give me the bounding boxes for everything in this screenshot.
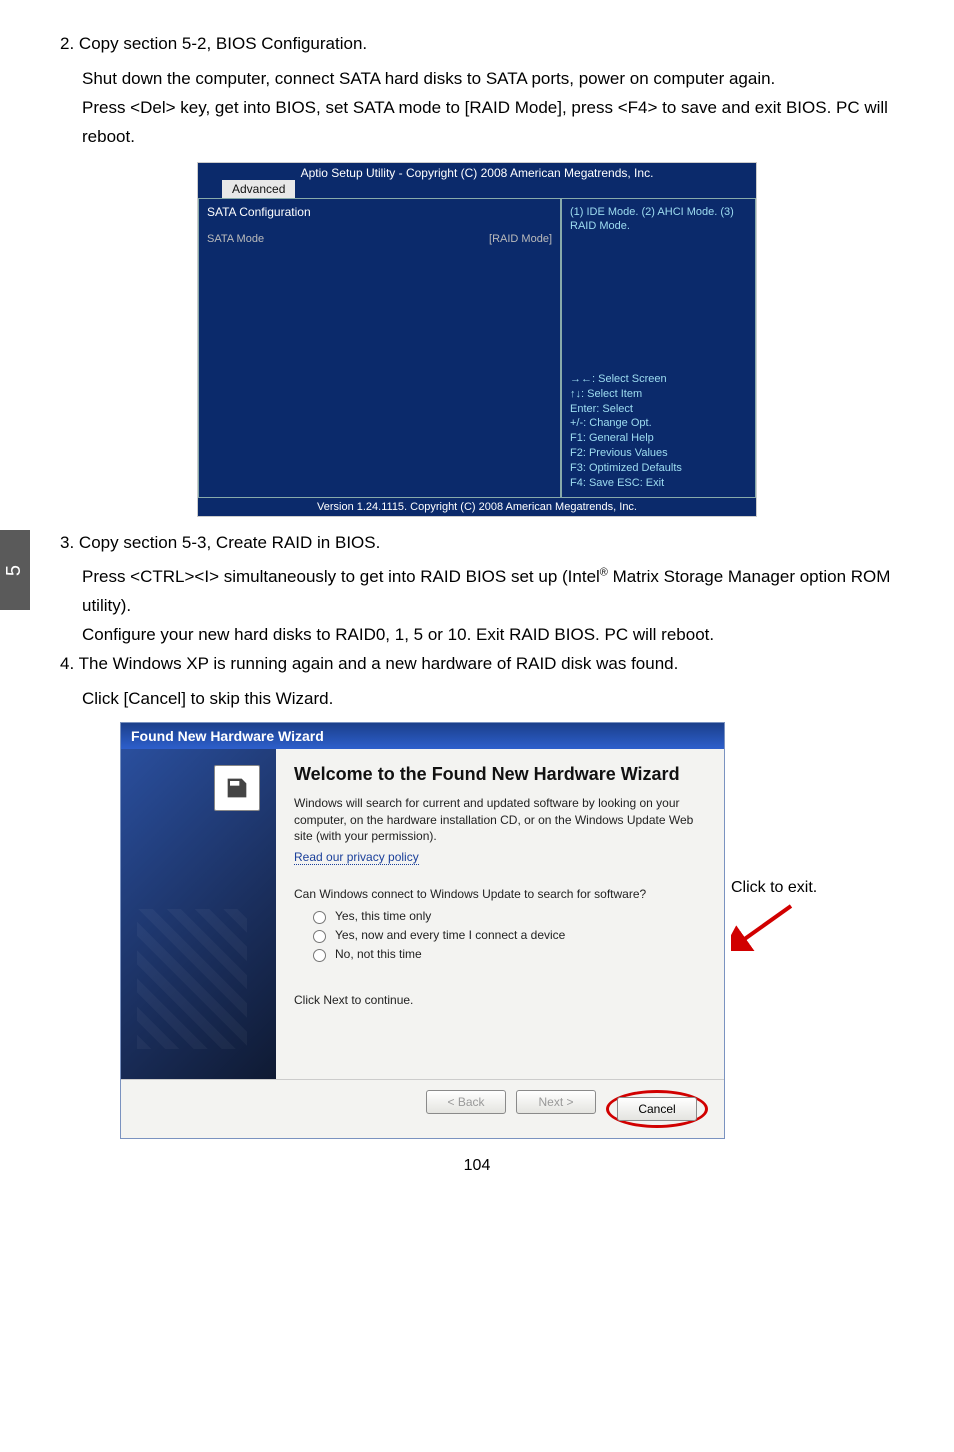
wizard-radio-group: Yes, this time only Yes, now and every t… xyxy=(308,908,706,962)
bios-footer: Version 1.24.1115. Copyright (C) 2008 Am… xyxy=(198,498,756,516)
wizard-button-row: < Back Next > Cancel xyxy=(121,1079,724,1138)
bios-help-text: (1) IDE Mode. (2) AHCI Mode. (3) RAID Mo… xyxy=(570,205,747,235)
step-2-body: Shut down the computer, connect SATA har… xyxy=(82,65,894,152)
cancel-highlight-ring: Cancel xyxy=(606,1090,708,1128)
chapter-tab: 5 xyxy=(0,530,30,610)
step-4-body: Click [Cancel] to skip this Wizard. xyxy=(82,685,894,714)
bios-tab-row: Advanced xyxy=(198,180,756,198)
radio-yes-once-input[interactable] xyxy=(313,911,326,924)
bios-sata-mode-row: SATA Mode [RAID Mode] xyxy=(207,233,552,245)
radio-no-input[interactable] xyxy=(313,949,326,962)
bios-section-title: SATA Configuration xyxy=(207,205,552,219)
bios-sata-mode-label: SATA Mode xyxy=(207,233,264,245)
bios-left-pane: SATA Configuration SATA Mode [RAID Mode] xyxy=(198,198,561,498)
wizard-intro: Windows will search for current and upda… xyxy=(294,795,706,844)
wizard-main: Welcome to the Found New Hardware Wizard… xyxy=(276,749,724,1079)
step-3-body: Press <CTRL><I> simultaneously to get in… xyxy=(82,563,894,650)
wizard-heading: Welcome to the Found New Hardware Wizard xyxy=(294,763,706,786)
bios-right-pane: (1) IDE Mode. (2) AHCI Mode. (3) RAID Mo… xyxy=(561,198,756,498)
wizard-side-graphic xyxy=(121,749,276,1079)
found-new-hardware-wizard: Found New Hardware Wizard Welcome to the… xyxy=(120,722,725,1139)
bios-tab-advanced: Advanced xyxy=(222,180,295,198)
radio-yes-always-input[interactable] xyxy=(313,930,326,943)
step-2-heading: 2. Copy section 5-2, BIOS Configuration. xyxy=(60,30,894,59)
back-button: < Back xyxy=(426,1090,506,1114)
arrow-icon xyxy=(731,901,801,951)
radio-yes-always-label: Yes, now and every time I connect a devi… xyxy=(335,928,565,942)
step-4-heading: 4. The Windows XP is running again and a… xyxy=(60,650,894,679)
wizard-question: Can Windows connect to Windows Update to… xyxy=(294,886,706,902)
radio-yes-once-label: Yes, this time only xyxy=(335,909,431,923)
radio-no[interactable]: No, not this time xyxy=(308,946,706,962)
annotation-text: Click to exit. xyxy=(731,879,817,897)
radio-no-label: No, not this time xyxy=(335,947,422,961)
annotation: Click to exit. xyxy=(731,879,817,951)
wizard-continue: Click Next to continue. xyxy=(294,992,706,1008)
bios-screenshot: Aptio Setup Utility - Copyright (C) 2008… xyxy=(197,162,757,517)
bios-header: Aptio Setup Utility - Copyright (C) 2008… xyxy=(198,163,756,180)
next-button: Next > xyxy=(516,1090,596,1114)
privacy-policy-link[interactable]: Read our privacy policy xyxy=(294,850,419,865)
radio-yes-once[interactable]: Yes, this time only xyxy=(308,908,706,924)
page-number: 104 xyxy=(60,1157,894,1175)
device-icon xyxy=(214,765,260,811)
step-3-heading: 3. Copy section 5-3, Create RAID in BIOS… xyxy=(60,529,894,558)
cancel-button[interactable]: Cancel xyxy=(617,1097,697,1121)
wizard-titlebar: Found New Hardware Wizard xyxy=(121,723,724,749)
bios-sata-mode-value: [RAID Mode] xyxy=(489,233,552,245)
radio-yes-always[interactable]: Yes, now and every time I connect a devi… xyxy=(308,927,706,943)
bios-key-guide: →←: Select Screen ↑↓: Select Item Enter:… xyxy=(570,372,747,491)
